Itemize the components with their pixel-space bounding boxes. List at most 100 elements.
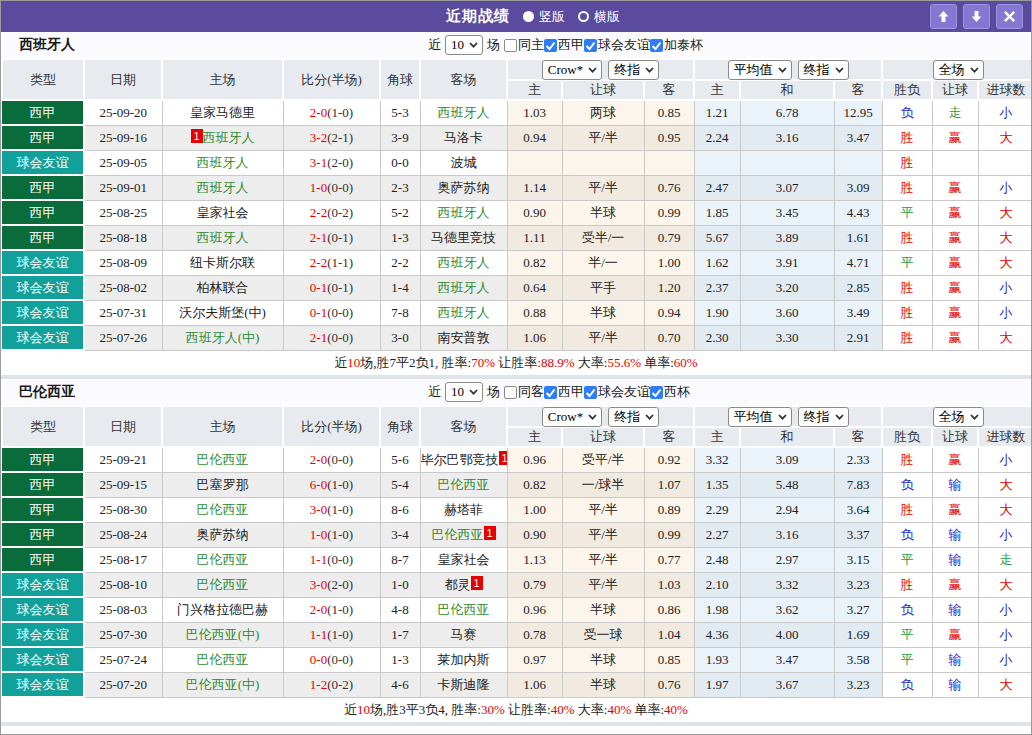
scope-select[interactable]: 全场 [933, 407, 984, 427]
odds-handicap: 受一球 [562, 622, 644, 647]
column-subheader: 让球 [562, 80, 644, 100]
score: 6-0(1-0) [283, 472, 380, 497]
away-team: 赫塔菲 [420, 497, 507, 522]
avg-away: 3.27 [834, 597, 882, 622]
chevron-down-icon [588, 414, 597, 420]
odds-away: 0.85 [644, 100, 694, 125]
league-checkbox[interactable] [544, 39, 557, 52]
avg-home: 1.35 [694, 472, 740, 497]
odds-home: 0.64 [507, 275, 562, 300]
match-type: 球会友谊 [2, 300, 84, 325]
score: 1-2(0-2) [283, 672, 380, 697]
odds-time-select[interactable]: 终指 [608, 60, 659, 80]
radio-horizontal[interactable]: 横版 [578, 8, 620, 26]
avg-type-select[interactable]: 平均值 [728, 407, 792, 427]
result-handicap: 赢 [932, 200, 978, 225]
odds-company-select[interactable]: Crow* [542, 407, 602, 427]
home-team: 沃尔夫斯堡(中) [162, 300, 283, 325]
result-goals: 大 [978, 225, 1032, 250]
result-outcome: 负 [882, 597, 932, 622]
move-down-button[interactable] [963, 4, 990, 29]
match-row: 西甲25-08-30巴伦西亚3-0(1-0)8-6赫塔菲1.00平/半0.892… [2, 497, 1032, 522]
match-date: 25-08-17 [84, 547, 162, 572]
league-checkbox[interactable] [544, 386, 557, 399]
avg-away: 3.15 [834, 547, 882, 572]
odds-time-select[interactable]: 终指 [608, 407, 659, 427]
result-handicap: 赢 [932, 225, 978, 250]
close-icon [1003, 10, 1016, 23]
match-row: 西甲25-09-15巴塞罗那6-0(1-0)5-4巴伦西亚0.82一/球半1.0… [2, 472, 1032, 497]
move-up-button[interactable] [930, 4, 957, 29]
match-date: 25-07-20 [84, 672, 162, 697]
odds-away: 0.86 [644, 597, 694, 622]
away-team: 南安普敦 [420, 325, 507, 350]
recent-results-panel: 近期战绩 竖版 横版 西班牙人近10场同主西甲球会友谊加泰杯类型日期主场比分(半… [0, 0, 1032, 735]
avg-home: 2.24 [694, 125, 740, 150]
home-team: 巴伦西亚(中) [162, 672, 283, 697]
odds-away: 1.20 [644, 275, 694, 300]
match-row: 西甲25-09-21巴伦西亚2-0(0-0)5-6毕尔巴鄂竞技10.96受平/半… [2, 447, 1032, 472]
avg-type-select[interactable]: 平均值 [728, 60, 792, 80]
result-outcome: 负 [882, 100, 932, 125]
same-venue-checkbox[interactable] [504, 39, 517, 52]
corner-score: 8-7 [380, 547, 420, 572]
match-type: 西甲 [2, 472, 84, 497]
corner-score: 7-8 [380, 300, 420, 325]
radio-vertical[interactable]: 竖版 [523, 8, 565, 26]
avg-draw: 3.45 [740, 200, 834, 225]
result-goals: 小 [978, 597, 1032, 622]
avg-home: 2.37 [694, 275, 740, 300]
odds-home: 0.94 [507, 125, 562, 150]
home-team: 巴伦西亚 [162, 547, 283, 572]
match-type: 球会友谊 [2, 622, 84, 647]
match-type: 西甲 [2, 125, 84, 150]
summary-row: 近10场,胜7平2负1, 胜率:70% 让胜率:88.9% 大率:55.6% 单… [1, 351, 1031, 375]
same-venue-checkbox[interactable] [504, 386, 517, 399]
odds-handicap: 受半/一 [562, 225, 644, 250]
avg-time-select[interactable]: 终指 [798, 407, 849, 427]
result-goals [978, 150, 1032, 175]
odds-away: 0.70 [644, 325, 694, 350]
match-type: 西甲 [2, 447, 84, 472]
recent-count-select[interactable]: 10 [445, 35, 483, 55]
result-handicap: 赢 [932, 622, 978, 647]
matches-table: 类型日期主场比分(半场)角球客场Crow*终指平均值终指全场主让球客主和客胜负让… [1, 58, 1032, 351]
result-goals: 大 [978, 325, 1032, 350]
section-divider [1, 722, 1031, 726]
match-row: 西甲25-09-161西班牙人3-2(2-1)3-9马洛卡0.94平/半0.95… [2, 125, 1032, 150]
home-team: 皇家马德里 [162, 100, 283, 125]
home-team: 皇家社会 [162, 200, 283, 225]
column-subheader: 和 [740, 427, 834, 447]
chevron-down-icon [970, 67, 979, 73]
result-outcome: 胜 [882, 175, 932, 200]
result-handicap: 输 [932, 547, 978, 572]
league-checkbox[interactable] [650, 39, 663, 52]
recent-count-select[interactable]: 10 [445, 382, 483, 402]
avg-draw: 3.67 [740, 672, 834, 697]
odds-handicap: 平手 [562, 275, 644, 300]
avg-draw: 3.47 [740, 647, 834, 672]
match-date: 25-08-30 [84, 497, 162, 522]
away-team: 西班牙人 [420, 300, 507, 325]
odds-away: 0.99 [644, 522, 694, 547]
score: 2-1(0-0) [283, 325, 380, 350]
result-goals: 小 [978, 647, 1032, 672]
chevron-down-icon [835, 414, 844, 420]
match-row: 球会友谊25-07-24巴伦西亚0-0(0-0)1-3莱加内斯0.97半球0.8… [2, 647, 1032, 672]
avg-draw: 3.62 [740, 597, 834, 622]
column-subheader: 让球 [932, 80, 978, 100]
league-checkbox[interactable] [584, 39, 597, 52]
match-type: 球会友谊 [2, 647, 84, 672]
close-button[interactable] [996, 4, 1023, 29]
avg-time-select[interactable]: 终指 [798, 60, 849, 80]
score: 1-0(1-0) [283, 522, 380, 547]
avg-away: 3.23 [834, 572, 882, 597]
away-team: 都灵1 [420, 572, 507, 597]
league-checkbox[interactable] [584, 386, 597, 399]
result-goals: 大 [978, 497, 1032, 522]
match-row: 球会友谊25-08-10巴伦西亚3-0(2-0)1-0都灵10.79平/半1.0… [2, 572, 1032, 597]
scope-select[interactable]: 全场 [933, 60, 984, 80]
odds-company-select[interactable]: Crow* [542, 60, 602, 80]
avg-draw: 3.07 [740, 175, 834, 200]
league-checkbox[interactable] [650, 386, 663, 399]
